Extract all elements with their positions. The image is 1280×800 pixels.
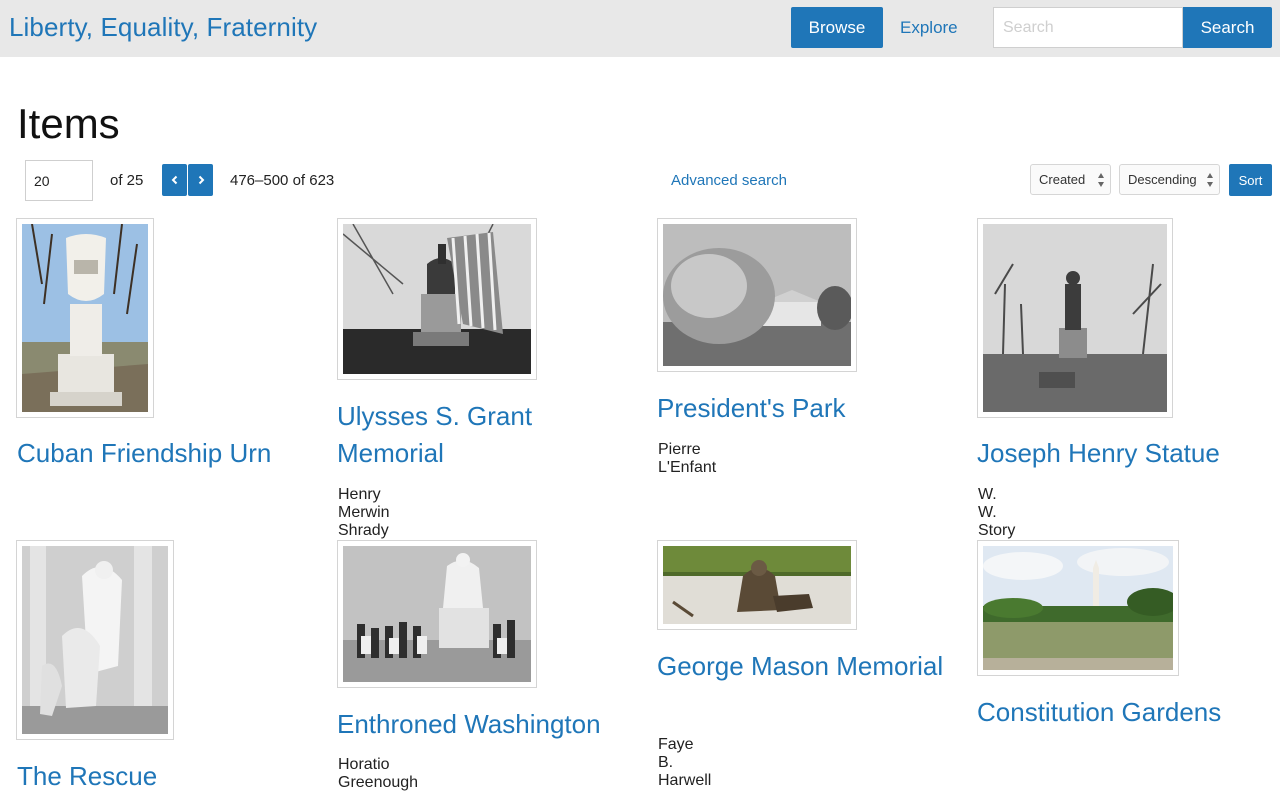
item-creator: Henry Merwin Shrady (338, 486, 390, 539)
item-thumbnail[interactable] (16, 540, 174, 740)
item-thumbnail[interactable] (977, 218, 1173, 418)
chevron-left-icon (171, 175, 177, 185)
item-creator: Faye B. Harwell (658, 736, 712, 789)
item-thumbnail[interactable] (337, 218, 537, 380)
page-number-input[interactable] (25, 160, 93, 201)
item-thumbnail[interactable] (337, 540, 537, 688)
joseph-henry-statue-photo (983, 224, 1167, 412)
grant-memorial-photo (343, 224, 531, 374)
sort-field-select[interactable]: Created (1030, 164, 1111, 195)
item-title-link[interactable]: Enthroned Washington (337, 706, 637, 743)
item-title-link[interactable]: The Rescue (17, 758, 307, 795)
chevron-right-icon (198, 175, 204, 185)
sort-button[interactable]: Sort (1229, 164, 1272, 196)
item-creator: W. W. Story (978, 486, 1016, 539)
presidents-park-photo (663, 224, 851, 366)
previous-page-button[interactable] (162, 164, 187, 196)
top-bar: Liberty, Equality, Fraternity Browse Exp… (0, 0, 1280, 57)
item-title-link[interactable]: Ulysses S. Grant Memorial (337, 398, 627, 472)
select-arrows-icon (1207, 173, 1213, 187)
next-page-button[interactable] (188, 164, 213, 196)
item-thumbnail[interactable] (16, 218, 154, 418)
sort-field-value: Created (1039, 172, 1086, 187)
constitution-gardens-photo (983, 546, 1173, 670)
item-thumbnail[interactable] (657, 540, 857, 630)
enthroned-washington-photo (343, 546, 531, 682)
advanced-search-link[interactable]: Advanced search (671, 172, 787, 189)
page-title: Items (17, 100, 120, 147)
item-title-link[interactable]: Joseph Henry Statue (977, 435, 1267, 472)
george-mason-memorial-photo (663, 546, 851, 624)
select-arrows-icon (1098, 173, 1104, 187)
item-title-link[interactable]: Cuban Friendship Urn (17, 435, 307, 472)
sort-order-select[interactable]: Descending (1119, 164, 1220, 195)
sort-order-value: Descending (1128, 172, 1197, 187)
search-input[interactable] (993, 7, 1183, 48)
item-creator: Horatio Greenough (338, 756, 419, 791)
results-range: 476–500 of 623 (230, 172, 335, 189)
item-thumbnail[interactable] (657, 218, 857, 372)
item-thumbnail[interactable] (977, 540, 1179, 676)
page-total-label: of 25 (110, 172, 144, 189)
site-title[interactable]: Liberty, Equality, Fraternity (9, 12, 317, 43)
item-title-link[interactable]: President's Park (657, 390, 947, 427)
item-title-link[interactable]: George Mason Memorial (657, 648, 947, 685)
the-rescue-photo (22, 546, 168, 734)
browse-button[interactable]: Browse (791, 7, 883, 48)
item-creator: Pierre L'Enfant (658, 441, 717, 476)
item-title-link[interactable]: Constitution Gardens (977, 694, 1267, 731)
urn-photo (22, 224, 148, 412)
explore-link[interactable]: Explore (900, 18, 958, 38)
search-button[interactable]: Search (1183, 7, 1272, 48)
